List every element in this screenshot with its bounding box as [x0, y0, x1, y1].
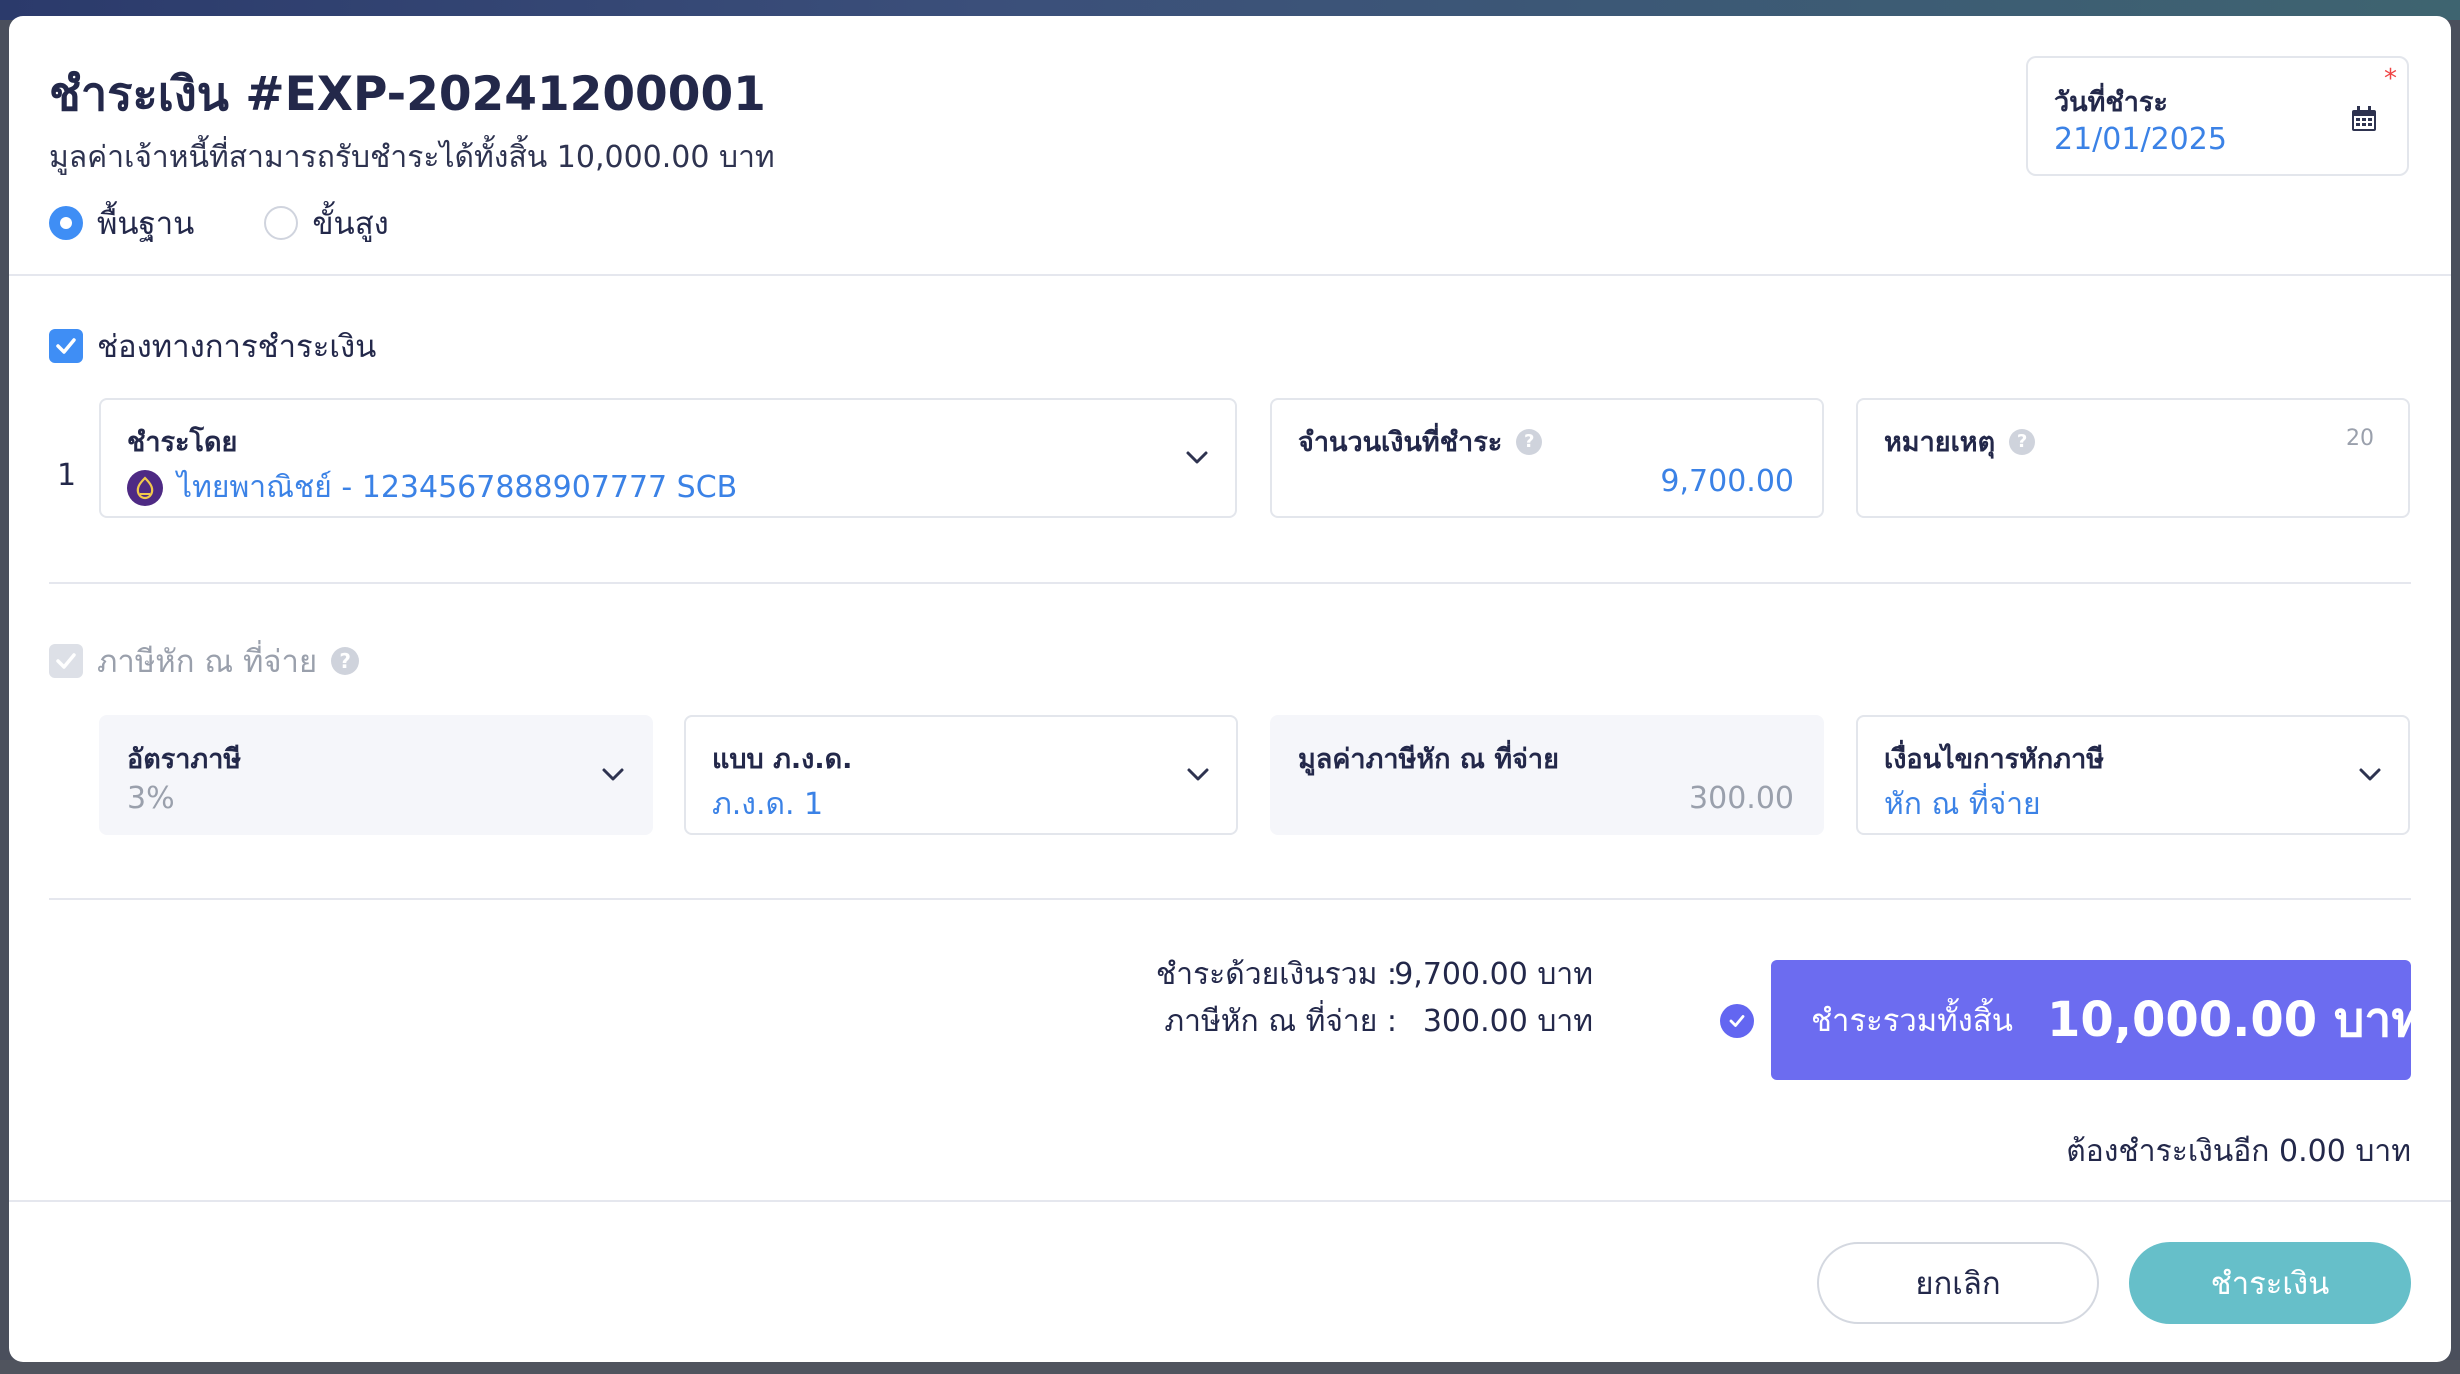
grand-total-value: 10,000.00 บาท	[2046, 992, 2423, 1048]
pay-by-select[interactable]: ชำระโดย ไทยพาณิชย์ - 1234567888907777 SC…	[99, 398, 1237, 518]
footer-divider	[9, 1200, 2451, 1202]
payment-amount-field[interactable]: จำนวนเงินที่ชำระ ? 9,700.00	[1270, 398, 1824, 518]
mode-advanced-option[interactable]: ขั้นสูง	[264, 198, 389, 248]
section-divider	[49, 898, 2411, 900]
mode-basic-option[interactable]: พื้นฐาน	[49, 198, 194, 248]
mode-basic-label: พื้นฐาน	[97, 206, 195, 242]
required-mark: *	[2384, 64, 2397, 94]
app-backdrop-footer	[0, 1360, 2460, 1374]
mode-basic-radio[interactable]	[49, 206, 83, 240]
note-char-counter: 20	[2346, 426, 2374, 451]
payment-amount-value: 9,700.00	[1660, 464, 1794, 499]
help-circle-icon[interactable]: ?	[2009, 428, 2036, 455]
withholding-tax-checkbox[interactable]	[49, 644, 83, 678]
scb-bank-logo	[127, 469, 163, 506]
payment-date-label: วันที่ชำระ	[2054, 87, 2168, 118]
tax-rate-value: 3%	[127, 781, 175, 816]
tax-rate-select[interactable]: อัตราภาษี 3%	[99, 715, 653, 835]
withholding-tax-toggle[interactable]: ภาษีหัก ณ ที่จ่าย ?	[49, 636, 360, 686]
payment-date-field[interactable]: * วันที่ชำระ 21/01/2025	[2026, 56, 2409, 176]
pay-by-value-wrap: ไทยพาณิชย์ - 1234567888907777 SCB	[127, 464, 737, 511]
help-circle-icon[interactable]: ?	[331, 647, 360, 675]
tax-condition-select[interactable]: เงื่อนไขการหักภาษี หัก ณ ที่จ่าย	[1856, 715, 2410, 835]
tax-condition-value: หัก ณ ที่จ่าย	[1884, 787, 2041, 822]
payment-amount-label-text: จำนวนเงินที่ชำระ	[1298, 427, 1503, 458]
dialog-subtitle: มูลค่าเจ้าหนี้ที่สามารถรับชำระได้ทั้งสิ้…	[49, 140, 775, 175]
chevron-down-icon[interactable]	[1185, 450, 1209, 466]
calendar-icon[interactable]	[2351, 106, 2377, 132]
dialog-title: ชำระเงิน #EXP-20241200001	[49, 67, 766, 122]
note-label-text: หมายเหตุ	[1884, 427, 1996, 458]
section-divider	[49, 582, 2411, 584]
tax-amount-label: มูลค่าภาษีหัก ณ ที่จ่าย	[1298, 744, 1559, 775]
payment-channel-label: ช่องทางการชำระเงิน	[97, 329, 377, 365]
mode-advanced-label: ขั้นสูง	[312, 206, 389, 242]
tax-total-label: ภาษีหัก ณ ที่จ่าย :	[1164, 1004, 1397, 1039]
payment-amount-label: จำนวนเงินที่ชำระ ?	[1298, 420, 1543, 463]
payment-channel-checkbox[interactable]	[49, 329, 83, 363]
payment-row-index: 1	[57, 458, 77, 493]
tax-total-value: 300.00 บาท	[1422, 1004, 1593, 1039]
note-label: หมายเหตุ ?	[1884, 420, 2036, 463]
header-divider	[9, 274, 2451, 276]
pay-button[interactable]: ชำระเงิน	[2129, 1242, 2411, 1324]
mode-radio-group: พื้นฐาน ขั้นสูง	[49, 198, 459, 248]
tax-form-value: ภ.ง.ด. 1	[712, 787, 824, 822]
payment-dialog: ชำระเงิน #EXP-20241200001 มูลค่าเจ้าหนี้…	[9, 16, 2451, 1362]
chevron-down-icon[interactable]	[2358, 767, 2382, 783]
payment-date-value: 21/01/2025	[2054, 122, 2227, 157]
note-field[interactable]: หมายเหตุ ? 20	[1856, 398, 2410, 518]
total-verified-icon	[1720, 1004, 1754, 1038]
tax-form-select[interactable]: แบบ ภ.ง.ด. ภ.ง.ด. 1	[684, 715, 1238, 835]
withholding-tax-label: ภาษีหัก ณ ที่จ่าย	[97, 644, 318, 680]
remaining-balance: ต้องชำระเงินอีก 0.00 บาท	[2066, 1134, 2411, 1169]
cancel-button[interactable]: ยกเลิก	[1817, 1242, 2099, 1324]
tax-amount-value: 300.00	[1689, 781, 1794, 816]
pay-by-label: ชำระโดย	[127, 427, 238, 458]
cash-total-label: ชำระด้วยเงินรวม :	[1155, 957, 1397, 992]
tax-form-label: แบบ ภ.ง.ด.	[712, 744, 853, 775]
chevron-down-icon[interactable]	[1186, 767, 1210, 783]
tax-rate-label: อัตราภาษี	[127, 744, 242, 775]
tax-condition-label: เงื่อนไขการหักภาษี	[1884, 744, 2105, 775]
check-icon	[56, 338, 76, 354]
cash-total-value: 9,700.00 บาท	[1394, 957, 1593, 992]
grand-total-label: ชำระรวมทั้งสิ้น	[1811, 1003, 2013, 1039]
pay-by-value: ไทยพาณิชย์ - 1234567888907777 SCB	[177, 470, 738, 505]
tax-amount-field: มูลค่าภาษีหัก ณ ที่จ่าย 300.00	[1270, 715, 1824, 835]
grand-total-panel: ชำระรวมทั้งสิ้น 10,000.00 บาท	[1771, 960, 2423, 1080]
check-icon	[56, 653, 76, 669]
mode-advanced-radio[interactable]	[264, 206, 299, 240]
chevron-down-icon[interactable]	[601, 767, 625, 783]
help-circle-icon[interactable]: ?	[1516, 428, 1543, 455]
payment-channel-toggle[interactable]: ช่องทางการชำระเงิน	[49, 321, 376, 371]
